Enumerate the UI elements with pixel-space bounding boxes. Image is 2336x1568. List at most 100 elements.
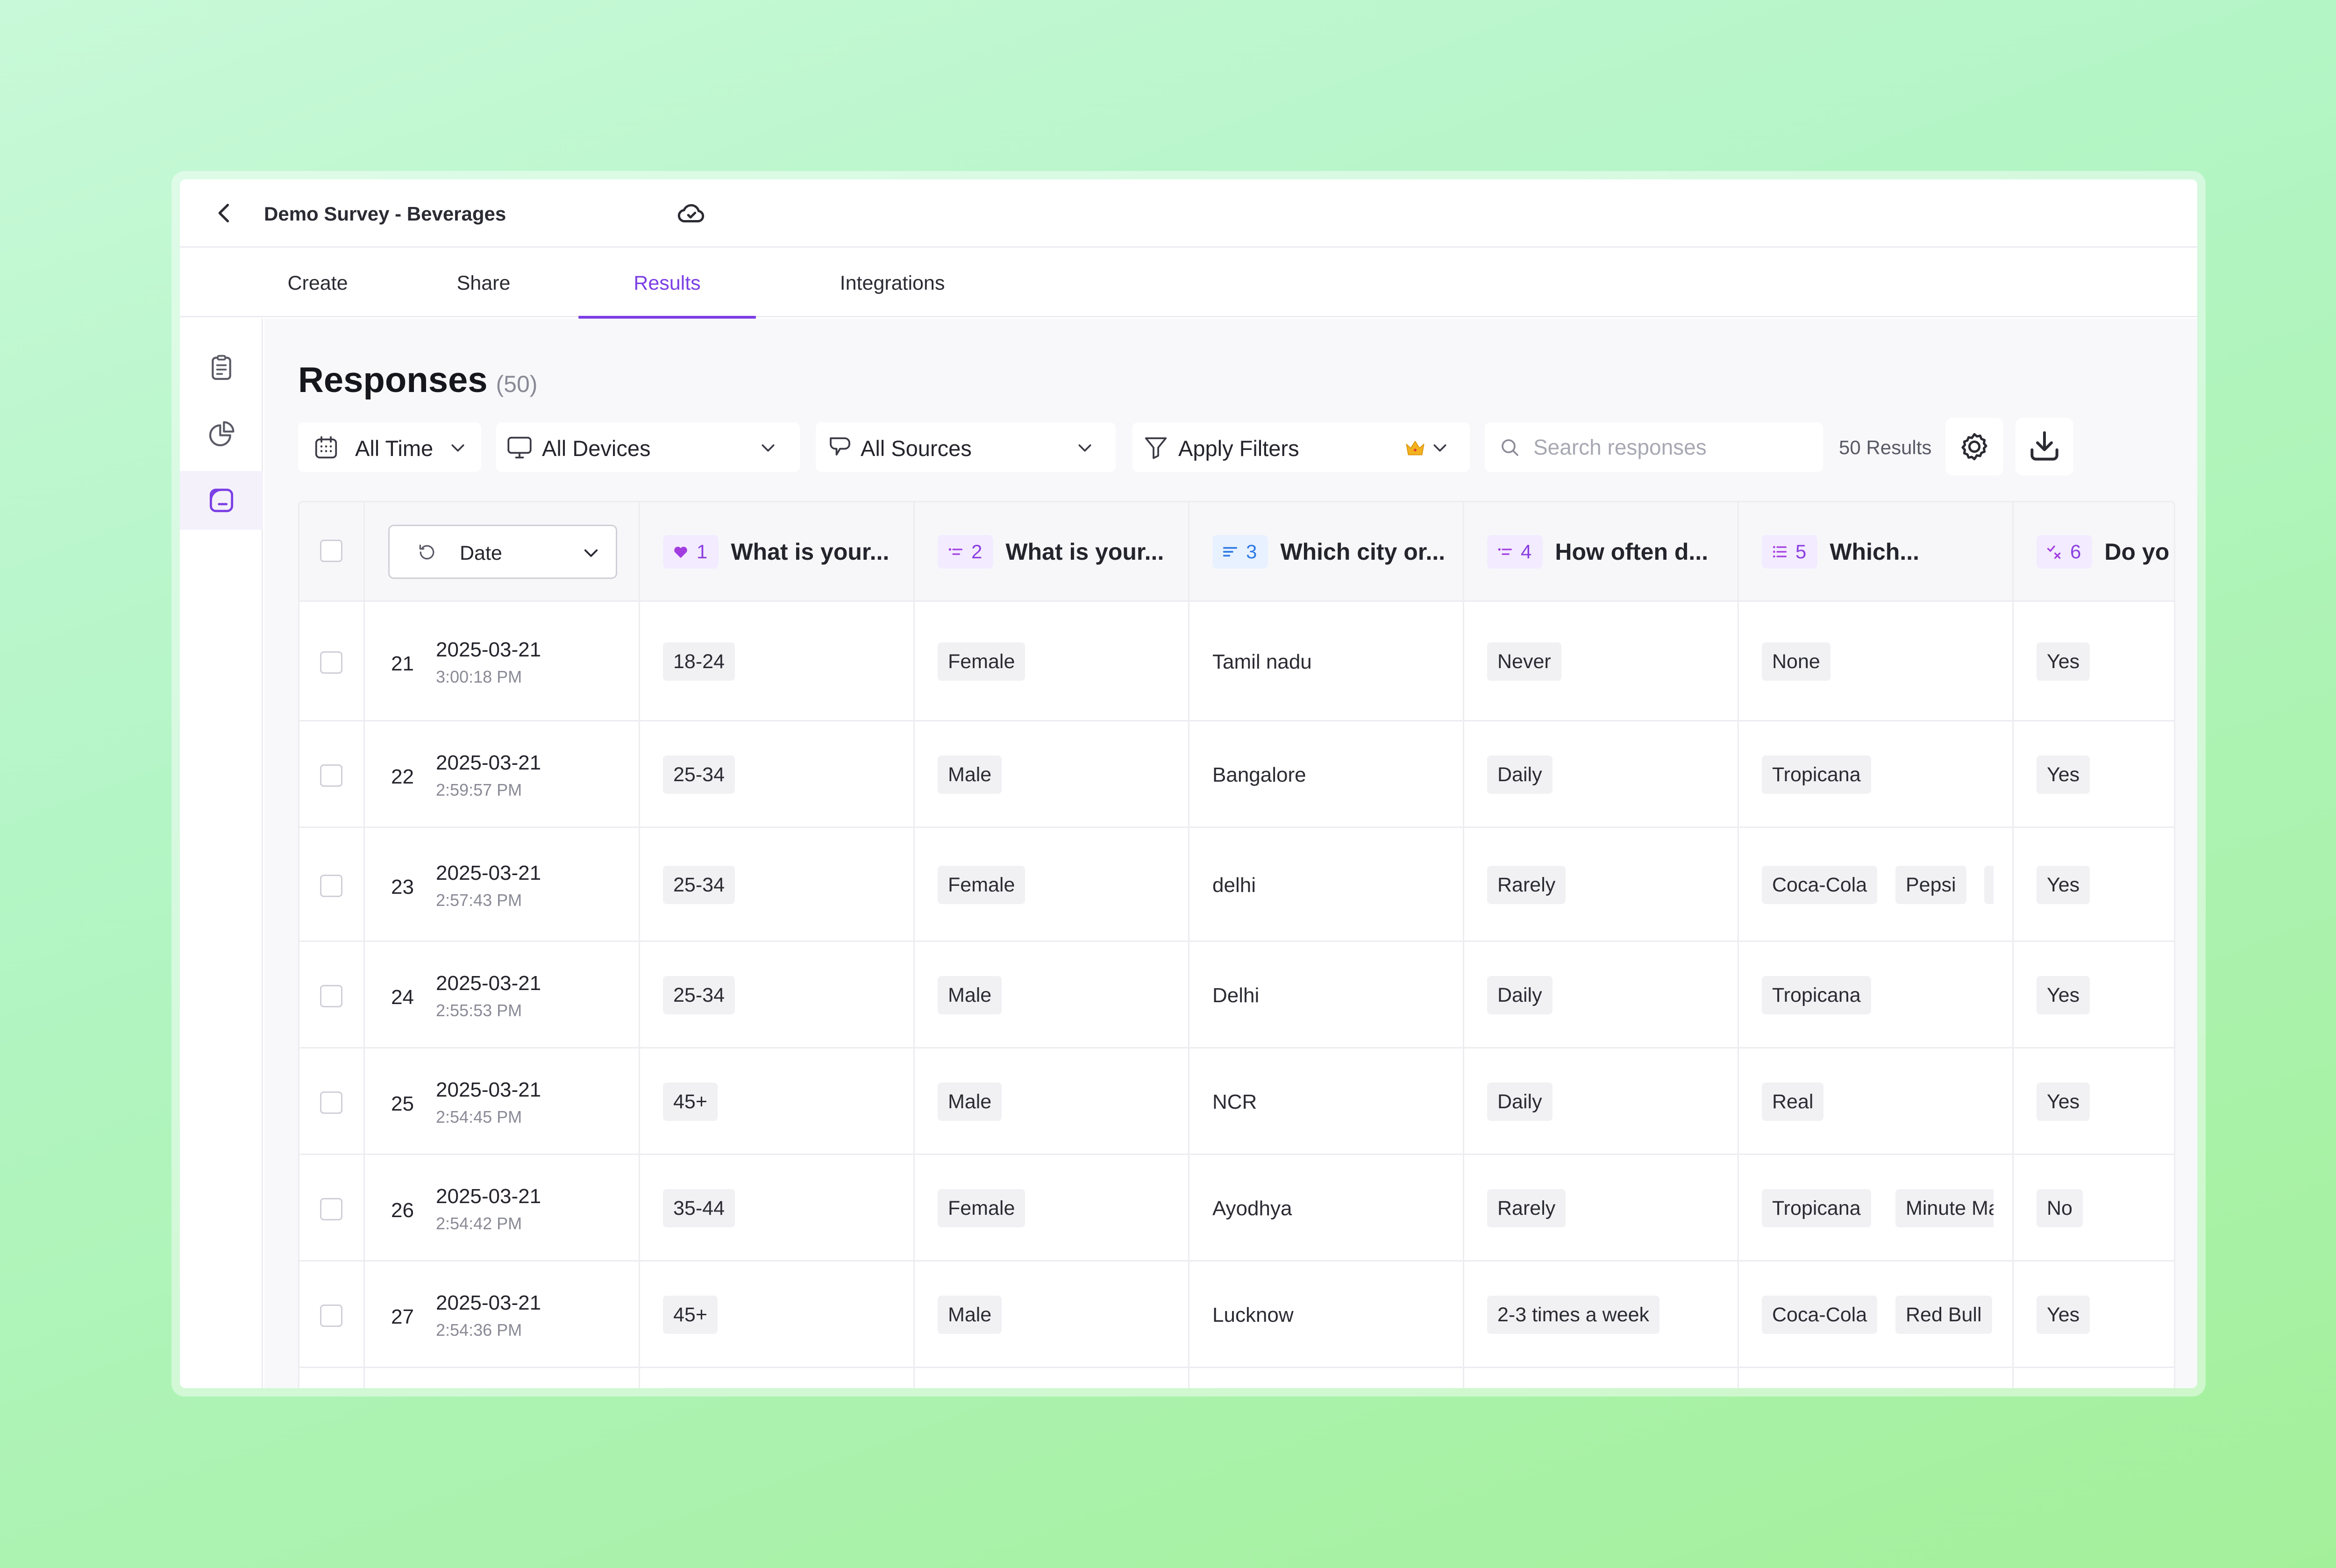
settings-button[interactable] (1945, 418, 2003, 476)
question-header-3[interactable]: 3 Which city or... (1212, 535, 1445, 569)
frequency-chip: Rarely (1487, 1189, 1566, 1227)
row-checkbox[interactable] (320, 651, 342, 674)
row-checkbox[interactable] (320, 875, 342, 897)
row-checkbox[interactable] (320, 764, 342, 787)
row-number: 22 (391, 765, 414, 788)
rail-survey[interactable] (180, 338, 263, 397)
question-header-1[interactable]: 1 What is your... (663, 535, 889, 569)
response-time: 3:00:18 PM (436, 667, 522, 686)
rail-responses[interactable] (180, 471, 263, 530)
city-text: Ayodhya (1212, 1197, 1292, 1220)
responses-icon (209, 488, 234, 513)
device-filter[interactable]: All Devices (496, 422, 800, 472)
tab-share[interactable]: Share (427, 249, 540, 317)
table-row[interactable]: 22 2025-03-21 2:59:57 PM 25-34 Male Bangalore… (299, 721, 2174, 828)
response-date: 2025-03-21 (436, 862, 541, 884)
table-row[interactable]: 24 2025-03-21 2:55:53 PM 25-34 Male Delhi Dail… (299, 942, 2174, 1048)
tab-bar: Create Share Results Integrations (180, 249, 2197, 319)
question-header-5[interactable]: 5 Which... (1762, 535, 1919, 569)
response-date: 2025-03-21 (436, 1078, 541, 1101)
table-row[interactable]: 21 2025-03-21 3:00:18 PM 18-24 Female Tamil n… (299, 602, 2174, 721)
question-number: 1 (697, 541, 708, 563)
response-time: 2:54:42 PM (436, 1214, 522, 1233)
gender-chip: Male (938, 976, 1002, 1014)
source-filter[interactable]: All Sources (816, 422, 1116, 472)
tab-integrations[interactable]: Integrations (801, 249, 983, 317)
brands-cell: Tropicana Minute Ma (1762, 1155, 1994, 1260)
chevron-down-icon (1078, 444, 1091, 452)
gender-chip: Male (938, 1296, 1002, 1334)
frequency-chip: Daily (1487, 976, 1553, 1014)
row-number: 23 (391, 876, 414, 898)
brand-chip: Tropicana (1762, 976, 1871, 1014)
brand-chip: Red Bull (1895, 1296, 1992, 1334)
gear-icon (1961, 433, 1987, 461)
survey-title: Demo Survey - Beverages (264, 203, 506, 225)
rail-analytics[interactable] (180, 405, 263, 463)
row-checkbox[interactable] (320, 1091, 342, 1114)
city-text: Delhi (1212, 984, 1260, 1007)
response-time: 2:54:36 PM (436, 1320, 522, 1340)
question-badge: 2 (938, 535, 994, 569)
question-header-6[interactable]: 6 Do yo (2037, 535, 2169, 569)
page-title: Responses (50) (298, 360, 537, 400)
brand-chip: Tropicana (1762, 1189, 1871, 1227)
search-input[interactable] (1485, 422, 1823, 472)
select-all-checkbox[interactable] (320, 540, 342, 562)
date-column-select[interactable]: Date (388, 525, 617, 579)
gender-chip: Female (938, 1189, 1026, 1227)
row-checkbox[interactable] (320, 985, 342, 1007)
question-title: What is your... (731, 539, 890, 565)
row-checkbox[interactable] (320, 1198, 342, 1220)
question-header-4[interactable]: 4 How often d... (1487, 535, 1708, 569)
back-arrow-icon[interactable] (213, 201, 237, 225)
table-row[interactable]: 25 2025-03-21 2:54:45 PM 45+ Male NCR Daily Rea… (299, 1048, 2174, 1155)
response-time: 2:55:53 PM (436, 1001, 522, 1020)
question-header-2[interactable]: 2 What is your... (938, 535, 1164, 569)
frequency-chip: Rarely (1487, 866, 1566, 904)
apply-filters-button[interactable]: Apply Filters (1132, 422, 1470, 472)
brand-chip: Coca-Cola (1762, 866, 1878, 904)
yes-no-chip: Yes (2037, 866, 2090, 904)
yes-no-chip: Yes (2037, 976, 2090, 1014)
question-title: Do yo (2104, 539, 2170, 565)
source-filter-label: All Sources (861, 436, 972, 461)
brand-chip: Re (1984, 866, 1994, 904)
question-number: 4 (1521, 541, 1532, 563)
monitor-icon (507, 436, 532, 459)
brands-cell: Coca-Cola Pepsi Re (1762, 828, 1994, 941)
city-text: Tamil nadu (1212, 650, 1312, 673)
cloud-saved-icon[interactable] (676, 198, 707, 229)
column-divider (639, 502, 640, 1388)
table-row[interactable]: 23 2025-03-21 2:57:43 PM 25-34 Female delhi Ra… (299, 828, 2174, 942)
yes-no-chip: Yes (2037, 642, 2090, 681)
brands-cell: None (1762, 602, 1994, 720)
question-badge: 6 (2037, 535, 2093, 569)
gender-chip: Male (938, 1083, 1002, 1121)
page-title-text: Responses (298, 360, 488, 400)
response-time: 2:59:57 PM (436, 780, 522, 799)
row-number: 21 (391, 652, 414, 675)
frequency-chip: Daily (1487, 1083, 1553, 1121)
row-number: 24 (391, 986, 414, 1009)
response-date: 2025-03-21 (436, 638, 541, 661)
row-checkbox[interactable] (320, 1304, 342, 1327)
time-filter[interactable]: All Time (298, 422, 481, 472)
tab-results[interactable]: Results (578, 249, 756, 319)
question-title: How often d... (1555, 539, 1709, 565)
brand-chip: Pepsi (1895, 866, 1966, 904)
brand-chip: None (1762, 642, 1830, 681)
question-title: Which city or... (1280, 539, 1446, 565)
age-chip: 25-34 (663, 976, 735, 1014)
response-date: 2025-03-21 (436, 972, 541, 995)
tab-create[interactable]: Create (255, 249, 381, 317)
column-divider (913, 502, 915, 1388)
crown-icon (1406, 441, 1424, 456)
download-icon (2030, 431, 2058, 461)
table-row[interactable]: 26 2025-03-21 2:54:42 PM 35-44 Female Ayodhya… (299, 1155, 2174, 1262)
gender-chip: Female (938, 866, 1026, 904)
table-row[interactable]: 27 2025-03-21 2:54:36 PM 45+ Male Lucknow 2-3 … (299, 1262, 2174, 1368)
download-button[interactable] (2016, 418, 2073, 476)
time-filter-label: All Time (355, 436, 434, 461)
date-column-label: Date (460, 542, 502, 564)
